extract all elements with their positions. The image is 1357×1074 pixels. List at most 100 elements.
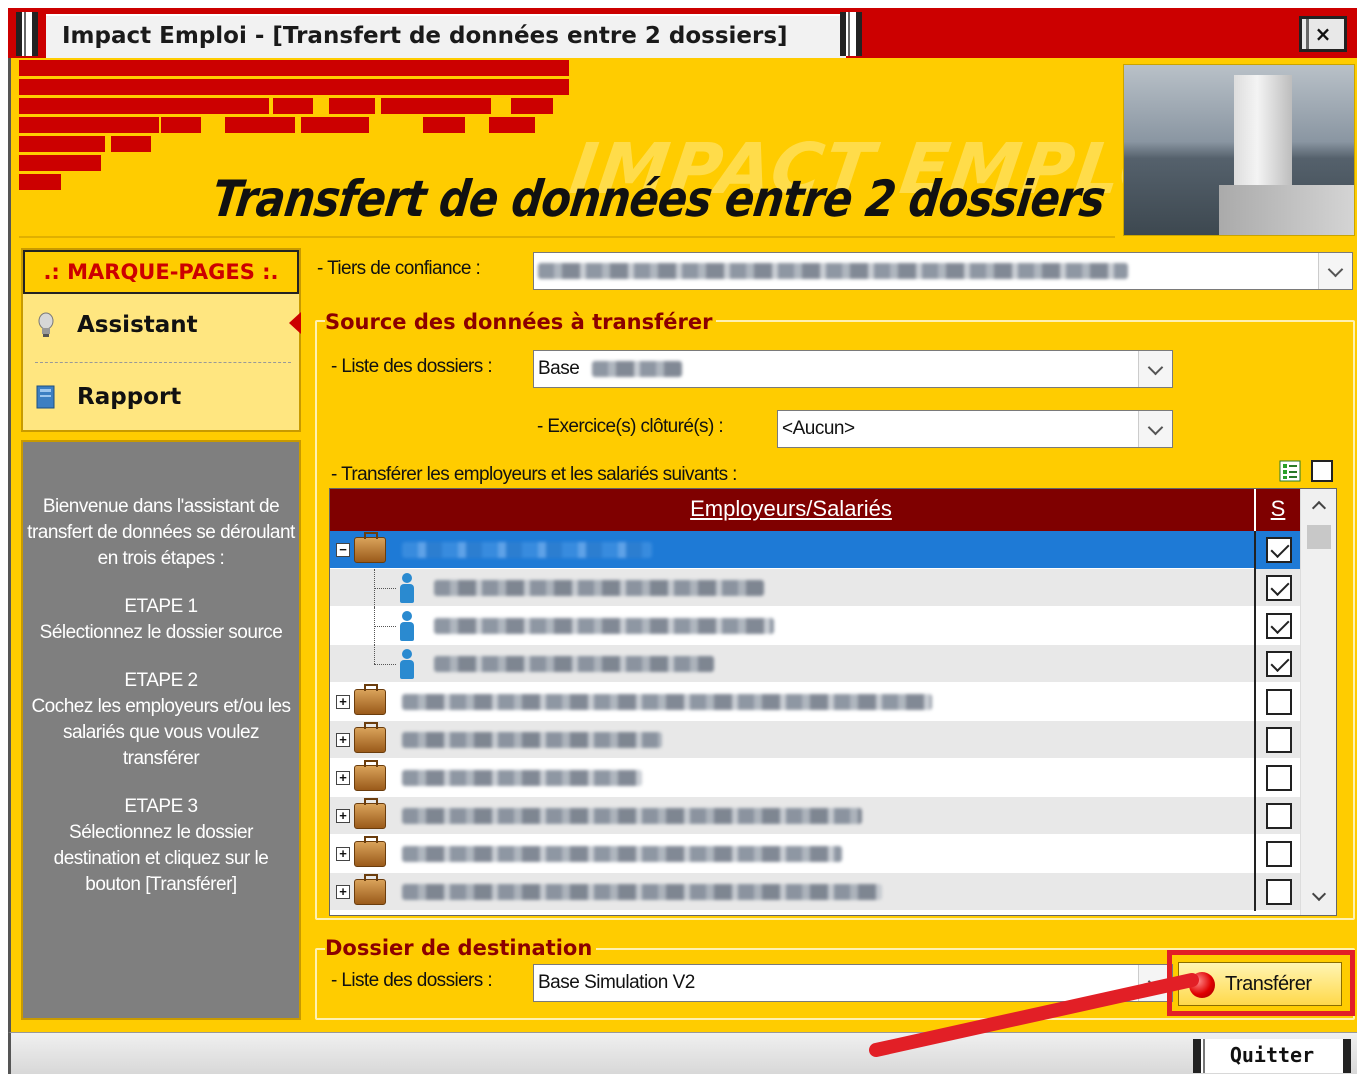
bookmarks-panel: .: MARQUE-PAGES :. Assistant Rapport [21, 248, 301, 432]
banner-block [301, 117, 369, 133]
row-checkbox[interactable] [1266, 575, 1292, 601]
row-checkbox[interactable] [1266, 727, 1292, 753]
title-bar[interactable]: Impact Emploi - [Transfert de données en… [8, 8, 1357, 58]
banner-block [111, 136, 151, 152]
banner-block [423, 117, 465, 133]
employee-row[interactable] [330, 569, 1300, 607]
banner-block [19, 136, 105, 152]
redacted-name [434, 618, 774, 634]
select-cell [1254, 797, 1300, 835]
vertical-scrollbar[interactable] [1300, 489, 1336, 915]
status-bar: Quitter [8, 1032, 1357, 1074]
divider [35, 362, 291, 363]
lightbulb-icon [38, 312, 54, 337]
title-grip-icon [840, 12, 862, 56]
banner: IMPACT EMPLOI Transfert de données entre… [11, 58, 1355, 238]
selected-arrow-icon [289, 312, 301, 334]
help-panel: Bienvenue dans l'assistant de transfert … [21, 440, 301, 1020]
row-checkbox[interactable] [1266, 537, 1292, 563]
row-checkbox[interactable] [1266, 651, 1292, 677]
sidebar-item-rapport[interactable]: Rapport [35, 378, 295, 418]
scroll-down-icon[interactable] [1301, 881, 1336, 915]
briefcase-icon [354, 722, 386, 753]
source-dossier-select[interactable]: Base [533, 350, 1173, 388]
source-liste-label: - Liste des dossiers : [331, 356, 493, 377]
row-checkbox[interactable] [1266, 803, 1292, 829]
banner-block [161, 117, 201, 133]
scroll-up-icon[interactable] [1301, 489, 1336, 523]
tiers-select[interactable] [533, 252, 1353, 290]
transfer-button[interactable]: Transférer [1178, 962, 1342, 1006]
redacted-name [402, 808, 862, 824]
record-icon [1189, 972, 1215, 998]
close-icon: × [1314, 22, 1332, 46]
help-step-3: ETAPE 3 Sélectionnez le dossier destinat… [53, 796, 269, 895]
banner-block [329, 98, 375, 114]
help-step-2: ETAPE 2 Cochez les employeurs et/ou les … [31, 670, 291, 769]
expand-icon[interactable]: + [336, 771, 350, 785]
grid-header: Employeurs/Salariés S [330, 489, 1300, 531]
chevron-down-icon[interactable] [1138, 411, 1172, 447]
column-header-s[interactable]: S [1254, 489, 1300, 531]
employee-row[interactable] [330, 645, 1300, 683]
tree-connector [374, 664, 396, 665]
employer-row[interactable]: + [330, 835, 1300, 873]
quit-button[interactable]: Quitter [1193, 1039, 1351, 1073]
collapse-icon[interactable]: − [336, 543, 350, 557]
chevron-down-icon[interactable] [1318, 253, 1352, 289]
exercice-select[interactable]: <Aucun> [777, 410, 1173, 448]
expand-icon[interactable]: + [336, 695, 350, 709]
exercice-label: - Exercice(s) clôturé(s) : [537, 416, 724, 437]
sidebar-item-assistant[interactable]: Assistant [35, 306, 295, 346]
employer-row[interactable]: + [330, 683, 1300, 721]
source-dossier-value: Base [538, 358, 580, 379]
destination-dossier-select[interactable]: Base Simulation V2 [533, 964, 1173, 1002]
select-cell [1254, 759, 1300, 797]
help-intro: Bienvenue dans l'assistant de transfert … [27, 496, 295, 569]
row-checkbox[interactable] [1266, 841, 1292, 867]
transfer-button-label: Transférer [1225, 973, 1312, 995]
briefcase-icon [354, 836, 386, 867]
employer-row[interactable]: + [330, 759, 1300, 797]
tree-connector [374, 588, 396, 589]
bookmarks-header: .: MARQUE-PAGES :. [23, 250, 299, 294]
employee-row[interactable] [330, 607, 1300, 645]
tiers-label: - Tiers de confiance : [317, 258, 481, 279]
row-checkbox[interactable] [1266, 765, 1292, 791]
application-window: Impact Emploi - [Transfert de données en… [0, 0, 1357, 1074]
column-header-employeurs[interactable]: Employeurs/Salariés [330, 489, 1252, 531]
employer-row[interactable]: + [330, 721, 1300, 759]
banner-divider [19, 236, 1115, 238]
expand-icon[interactable]: + [336, 885, 350, 899]
row-checkbox[interactable] [1266, 613, 1292, 639]
scroll-thumb[interactable] [1307, 525, 1331, 549]
destination-dossier-value: Base Simulation V2 [538, 972, 695, 993]
select-cell [1254, 873, 1300, 911]
chevron-down-icon[interactable] [1138, 351, 1172, 387]
banner-block [61, 155, 101, 171]
expand-icon[interactable]: + [336, 733, 350, 747]
expand-icon[interactable]: + [336, 809, 350, 823]
employer-row[interactable]: + [330, 873, 1300, 911]
select-cell [1254, 645, 1300, 683]
help-step-1: ETAPE 1 Sélectionnez le dossier source [39, 596, 283, 643]
row-checkbox[interactable] [1266, 689, 1292, 715]
expand-icon[interactable]: + [336, 847, 350, 861]
banner-block [451, 98, 491, 114]
redacted-name [402, 770, 642, 786]
check-all-icon[interactable] [1279, 460, 1301, 482]
select-all-checkbox[interactable] [1311, 460, 1333, 482]
person-icon [398, 611, 416, 641]
destination-group-title: Dossier de destination [325, 936, 597, 960]
employer-row[interactable]: + [330, 797, 1300, 835]
banner-block [19, 174, 61, 190]
employer-row[interactable]: − [330, 531, 1300, 569]
banner-block [19, 98, 269, 114]
banner-block [225, 117, 295, 133]
employers-grid[interactable]: Employeurs/Salariés S − + + + + + + [329, 488, 1337, 916]
close-button[interactable]: × [1299, 16, 1347, 52]
row-checkbox[interactable] [1266, 879, 1292, 905]
tree-connector [374, 645, 375, 664]
transfer-list-label: - Transférer les employeurs et les salar… [331, 464, 737, 485]
briefcase-icon [354, 874, 386, 905]
